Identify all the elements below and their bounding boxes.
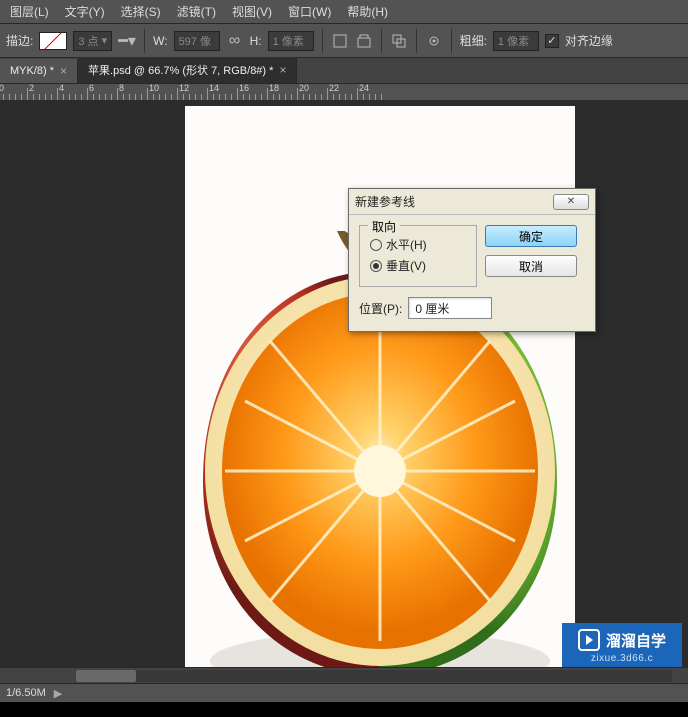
path-ops-icon[interactable]	[390, 32, 408, 50]
menu-help[interactable]: 帮助(H)	[341, 1, 394, 22]
new-guide-dialog: 新建参考线 ✕ 取向 水平(H) 垂直(V) 确定 取消 位置(P):	[348, 188, 596, 332]
orientation-fieldset: 取向 水平(H) 垂直(V)	[359, 225, 477, 287]
scrollbar-thumb[interactable]	[76, 670, 136, 682]
status-arrow-icon[interactable]: ▶	[54, 687, 62, 700]
separator	[322, 29, 323, 53]
dialog-titlebar[interactable]: 新建参考线 ✕	[349, 189, 595, 215]
radio-icon	[370, 239, 382, 251]
menu-bar: 图层(L) 文字(Y) 选择(S) 滤镜(T) 视图(V) 窗口(W) 帮助(H…	[0, 0, 688, 24]
align-edges-checkbox[interactable]: ✓	[545, 34, 559, 48]
h-label: H:	[250, 34, 262, 48]
align-edges-label: 对齐边缘	[565, 32, 613, 49]
radio-icon	[370, 260, 382, 272]
w-label: W:	[153, 34, 167, 48]
stroke-swatch[interactable]	[39, 32, 67, 50]
gear-icon[interactable]	[425, 32, 443, 50]
close-icon[interactable]: ×	[60, 64, 67, 78]
status-docinfo: 1/6.50M	[6, 687, 46, 699]
thickness-label: 粗细:	[460, 32, 487, 49]
separator	[416, 29, 417, 53]
menu-window[interactable]: 窗口(W)	[282, 1, 337, 22]
separator	[451, 29, 452, 53]
stroke-label: 描边:	[6, 32, 33, 49]
thickness-input[interactable]: 1 像素	[493, 31, 539, 51]
menu-select[interactable]: 选择(S)	[115, 1, 167, 22]
separator	[144, 29, 145, 53]
ok-button[interactable]: 确定	[485, 225, 577, 247]
path-arrange-icon[interactable]	[355, 32, 373, 50]
path-align-icon[interactable]	[331, 32, 349, 50]
height-input[interactable]: 1 像素	[268, 31, 314, 51]
link-icon[interactable]: ∞	[226, 32, 244, 50]
cancel-button[interactable]: 取消	[485, 255, 577, 277]
menu-view[interactable]: 视图(V)	[226, 1, 278, 22]
document-tabs: MYK/8) *× 苹果.psd @ 66.7% (形状 7, RGB/8#) …	[0, 58, 688, 84]
dialog-close-button[interactable]: ✕	[553, 194, 589, 210]
separator	[381, 29, 382, 53]
width-input[interactable]: 597 像	[174, 31, 220, 51]
horizontal-scrollbar[interactable]	[0, 667, 688, 683]
workspace: 新建参考线 ✕ 取向 水平(H) 垂直(V) 确定 取消 位置(P):	[0, 100, 688, 702]
play-icon	[578, 629, 600, 651]
radio-horizontal[interactable]: 水平(H)	[370, 236, 466, 253]
watermark: 溜溜自学 zixue.3d66.c	[562, 623, 682, 670]
position-input[interactable]: 0 厘米	[408, 297, 492, 319]
dialog-title: 新建参考线	[355, 193, 415, 210]
menu-layer[interactable]: 图层(L)	[4, 1, 55, 22]
stroke-style-icon[interactable]: ━▾	[118, 32, 136, 50]
menu-filter[interactable]: 滤镜(T)	[171, 1, 222, 22]
orientation-legend: 取向	[368, 218, 400, 235]
status-bar: 1/6.50M ▶	[0, 683, 688, 702]
position-label: 位置(P):	[359, 300, 402, 317]
tab-apple[interactable]: 苹果.psd @ 66.7% (形状 7, RGB/8#) *×	[78, 57, 297, 83]
close-icon[interactable]: ×	[279, 63, 286, 77]
menu-text[interactable]: 文字(Y)	[59, 1, 111, 22]
radio-vertical[interactable]: 垂直(V)	[370, 257, 466, 274]
ruler-horizontal: 024681012141618202224	[0, 84, 688, 100]
tab-cmyk[interactable]: MYK/8) *×	[0, 59, 78, 83]
options-bar: 描边: 3 点 ▾ ━▾ W: 597 像 ∞ H: 1 像素 粗细: 1 像素…	[0, 24, 688, 58]
stroke-points[interactable]: 3 点 ▾	[73, 31, 112, 51]
